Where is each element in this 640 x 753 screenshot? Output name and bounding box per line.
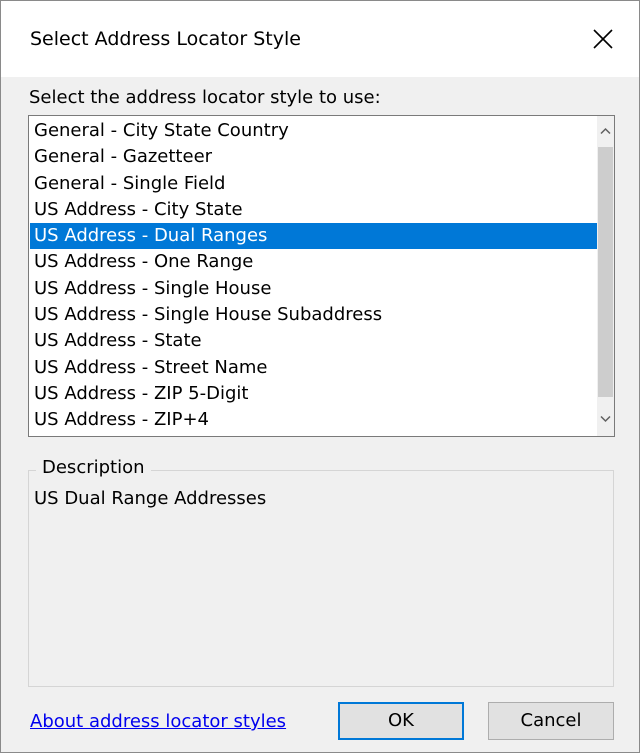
description-text: US Dual Range Addresses	[34, 488, 267, 509]
scrollbar-thumb[interactable]	[598, 147, 613, 397]
list-item[interactable]: US Address - Single House Subaddress	[30, 302, 598, 328]
description-legend: Description	[36, 456, 151, 480]
list-item[interactable]: US Address - ZIP+4	[30, 407, 598, 433]
title-bar: Select Address Locator Style	[1, 1, 639, 77]
list-item[interactable]: General - Gazetteer	[30, 144, 598, 170]
list-item-selected[interactable]: US Address - Dual Ranges	[30, 223, 598, 250]
chevron-down-icon	[600, 415, 611, 423]
dialog-title: Select Address Locator Style	[30, 28, 301, 50]
list-item[interactable]: General - Single Field	[30, 171, 598, 197]
vertical-scrollbar[interactable]	[597, 116, 614, 436]
about-locator-styles-link[interactable]: About address locator styles	[30, 710, 286, 734]
close-button[interactable]	[569, 1, 639, 77]
ok-button[interactable]: OK	[338, 702, 464, 740]
list-item[interactable]: General - City State Country	[30, 118, 598, 144]
scroll-up-button[interactable]	[597, 120, 614, 144]
locator-style-prompt-label: Select the address locator style to use:	[29, 87, 381, 108]
cancel-button[interactable]: Cancel	[488, 702, 614, 740]
list-item[interactable]: US Address - City State	[30, 197, 598, 223]
list-item[interactable]: US Address - One Range	[30, 249, 598, 275]
list-item[interactable]: US Address - Single House	[30, 276, 598, 302]
locator-style-listbox[interactable]: General - City State Country General - G…	[28, 115, 615, 437]
select-address-locator-style-dialog: Select Address Locator Style Select the …	[0, 0, 640, 753]
scroll-down-button[interactable]	[597, 408, 614, 432]
list-item[interactable]: US Address - ZIP 5-Digit	[30, 381, 598, 407]
locator-style-list: General - City State Country General - G…	[30, 118, 598, 434]
chevron-up-icon	[600, 127, 611, 135]
list-item[interactable]: US Address - State	[30, 328, 598, 354]
close-icon	[593, 29, 613, 49]
list-item[interactable]: US Address - Street Name	[30, 355, 598, 381]
